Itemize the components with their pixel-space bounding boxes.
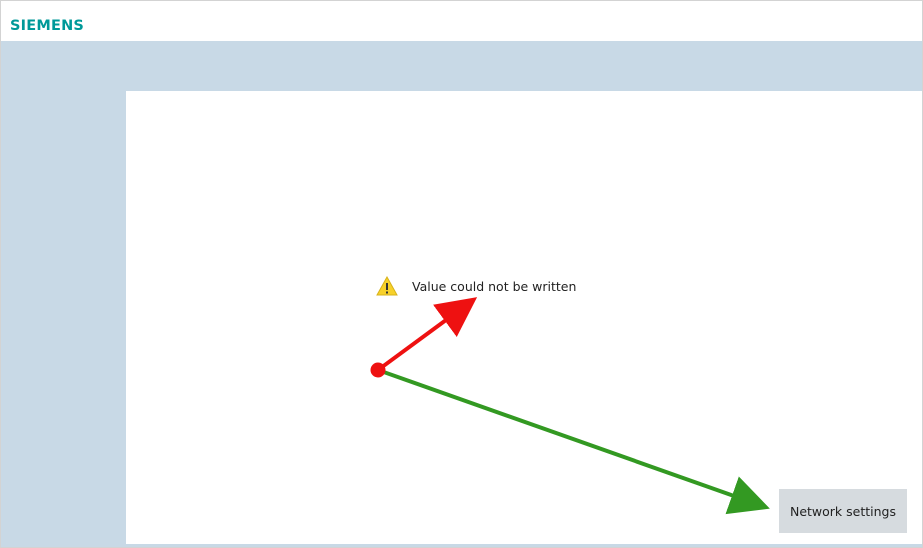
message-text: Value could not be written xyxy=(412,278,577,294)
network-settings-button[interactable]: Network settings xyxy=(779,489,907,533)
content-panel xyxy=(126,91,922,544)
header-bar: SIEMENS xyxy=(1,1,922,41)
warning-icon xyxy=(376,276,398,296)
error-message: Value could not be written xyxy=(376,276,576,296)
siemens-logo: SIEMENS xyxy=(10,18,85,34)
